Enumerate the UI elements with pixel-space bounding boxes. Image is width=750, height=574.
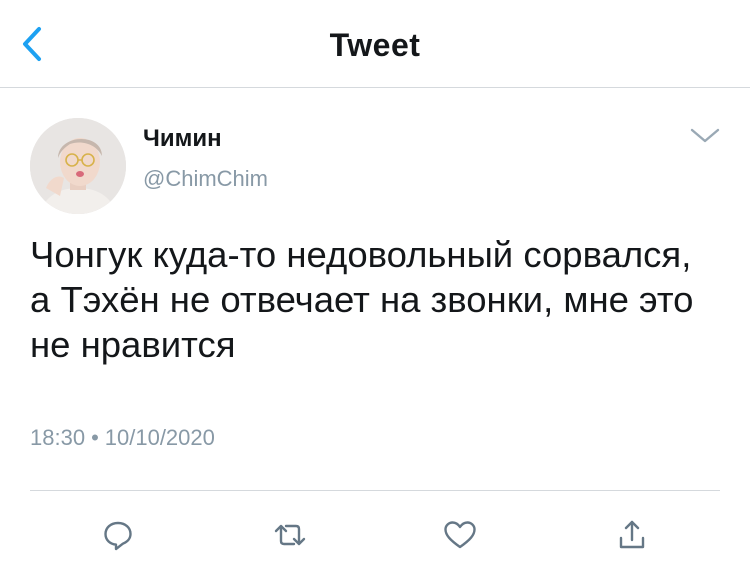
share-button[interactable] (610, 515, 654, 555)
retweet-icon (274, 524, 306, 546)
navigation-bar: Tweet (0, 0, 750, 88)
profile-photo-icon (30, 118, 126, 214)
reply-icon (104, 521, 132, 551)
share-icon (619, 520, 645, 549)
meta-separator: • (91, 425, 99, 450)
avatar[interactable] (30, 118, 126, 214)
action-bar (0, 515, 750, 555)
retweet-button[interactable] (268, 515, 312, 555)
like-button[interactable] (438, 515, 482, 555)
tweet-menu-button[interactable] (688, 125, 722, 147)
heart-icon (444, 521, 476, 549)
tweet-time: 18:30 (30, 425, 86, 450)
tweet-date: 10/10/2020 (104, 425, 215, 450)
author-handle[interactable]: @ChimChim (143, 166, 268, 192)
chevron-down-icon (690, 128, 720, 143)
divider (30, 490, 720, 491)
reply-button[interactable] (96, 515, 140, 555)
tweet-text: Чонгук куда-то недовольный сорвался, а Т… (30, 234, 694, 365)
tweet-timestamp: 18:30 • 10/10/2020 (30, 425, 215, 451)
author-name[interactable]: Чимин (143, 125, 222, 153)
page-title: Tweet (329, 27, 421, 63)
